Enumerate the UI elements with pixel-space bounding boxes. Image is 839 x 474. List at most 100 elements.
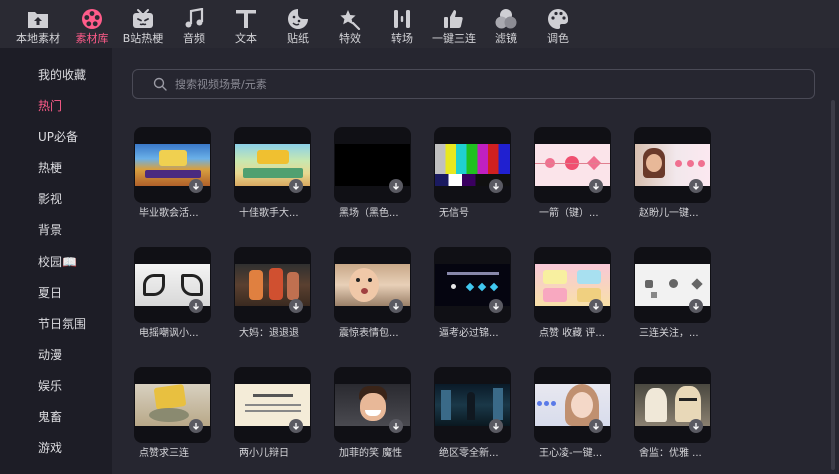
sidebar-item-film[interactable]: 影视 [38, 191, 62, 207]
material-card[interactable]: 加菲的笑 魔性 [334, 367, 414, 467]
filter-circles-icon [495, 9, 517, 29]
material-thumbnail [234, 247, 311, 323]
magic-star-icon [340, 10, 361, 30]
search-icon [153, 77, 167, 91]
material-card[interactable]: 两小儿辩日 [234, 367, 314, 467]
sidebar-item-campus[interactable]: 校园📖 [38, 254, 77, 270]
toolbar-color-grading[interactable]: 调色 [538, 0, 578, 48]
material-thumbnail [134, 367, 211, 443]
toolbar-sticker[interactable]: 贴纸 [278, 0, 318, 48]
sidebar-item-kichiku[interactable]: 鬼畜 [38, 409, 62, 425]
material-thumbnail [534, 247, 611, 323]
material-card[interactable]: 点赞 收藏 评... [534, 247, 614, 347]
toolbar-text[interactable]: 文本 [226, 0, 266, 48]
material-name: 点赞 收藏 评... [539, 328, 605, 339]
material-card[interactable]: 点赞求三连 [134, 367, 214, 467]
toolbar-audio[interactable]: 音频 [174, 0, 214, 48]
material-thumbnail [134, 247, 211, 323]
search-bar [132, 69, 815, 99]
download-icon[interactable] [389, 419, 403, 433]
music-note-icon [185, 8, 204, 28]
material-name: 震惊表情包... [339, 328, 399, 339]
sidebar-item-background[interactable]: 背景 [38, 222, 62, 238]
download-icon[interactable] [289, 179, 303, 193]
download-icon[interactable] [189, 179, 203, 193]
download-icon[interactable] [189, 299, 203, 313]
material-name: 无信号 [439, 208, 469, 219]
sidebar-item-games[interactable]: 游戏 [38, 440, 62, 456]
vertical-scrollbar[interactable] [831, 100, 835, 470]
material-card[interactable]: 大妈：退退退 [234, 247, 314, 347]
top-toolbar: 本地素材 素材库 B站热梗 音频 文本 贴纸 特效 转场 一键三连 滤镜 调色 [0, 0, 839, 48]
material-card[interactable]: 赵盼儿一键... [634, 127, 714, 227]
toolbar-transition[interactable]: 转场 [382, 0, 422, 48]
material-card[interactable]: 逼考必过锦... [434, 247, 514, 347]
material-thumbnail [334, 127, 411, 203]
toolbar-local-material[interactable]: 本地素材 [10, 0, 66, 48]
film-reel-icon [82, 9, 102, 29]
material-name: 赵盼儿一键... [639, 208, 699, 219]
material-name: 王心凌-一键... [539, 448, 603, 459]
material-card[interactable]: 毕业歌会活... [134, 127, 214, 227]
download-icon[interactable] [489, 299, 503, 313]
material-name: 黑场（黑色... [339, 208, 399, 219]
toolbar-bilibili-memes[interactable]: B站热梗 [118, 0, 168, 48]
download-icon[interactable] [389, 179, 403, 193]
material-thumbnail [434, 247, 511, 323]
download-icon[interactable] [189, 419, 203, 433]
material-thumbnail [634, 247, 711, 323]
material-card[interactable]: 一箭（键）... [534, 127, 614, 227]
material-card[interactable]: 绝区零全新... [434, 367, 514, 467]
material-thumbnail [134, 127, 211, 203]
search-input[interactable] [175, 74, 775, 94]
transition-bars-icon [394, 10, 410, 28]
material-card[interactable]: 无信号 [434, 127, 514, 227]
toolbar-one-click-triple[interactable]: 一键三连 [428, 0, 480, 48]
sidebar-item-memes[interactable]: 热梗 [38, 160, 62, 176]
text-t-icon [236, 10, 256, 28]
material-name: 两小儿辩日 [239, 448, 289, 459]
material-name: 电摇嘲讽小... [139, 328, 199, 339]
material-thumbnail [234, 127, 311, 203]
sidebar-item-summer[interactable]: 夏日 [38, 285, 62, 301]
download-icon[interactable] [289, 299, 303, 313]
material-name: 舍监：优雅 ... [639, 448, 702, 459]
sidebar-item-entertainment[interactable]: 娱乐 [38, 378, 62, 394]
thumbs-up-icon [444, 10, 463, 28]
material-thumbnail [634, 127, 711, 203]
sidebar-item-anime[interactable]: 动漫 [38, 347, 62, 363]
material-name: 绝区零全新... [439, 448, 499, 459]
sidebar-item-festival[interactable]: 节日氛围 [38, 316, 86, 332]
material-name: 逼考必过锦... [439, 328, 499, 339]
sidebar-item-favorites[interactable]: 我的收藏 [38, 67, 86, 83]
material-card[interactable]: 震惊表情包... [334, 247, 414, 347]
material-card[interactable]: 三连关注，... [634, 247, 714, 347]
download-icon[interactable] [489, 179, 503, 193]
material-card[interactable]: 王心凌-一键... [534, 367, 614, 467]
sidebar-item-hot[interactable]: 热门 [38, 98, 62, 114]
material-name: 十佳歌手大... [239, 208, 299, 219]
material-name: 一箭（键）... [539, 208, 599, 219]
material-card[interactable]: 黑场（黑色... [334, 127, 414, 227]
material-card[interactable]: 电摇嘲讽小... [134, 247, 214, 347]
toolbar-filter[interactable]: 滤镜 [486, 0, 526, 48]
material-thumbnail [334, 247, 411, 323]
material-name: 大妈：退退退 [239, 328, 299, 339]
palette-icon [548, 8, 569, 30]
download-icon[interactable] [289, 419, 303, 433]
material-card[interactable]: 十佳歌手大... [234, 127, 314, 227]
material-thumbnail [434, 127, 511, 203]
download-icon[interactable] [589, 419, 603, 433]
toolbar-effects[interactable]: 特效 [330, 0, 370, 48]
download-icon[interactable] [689, 179, 703, 193]
download-icon[interactable] [589, 179, 603, 193]
download-icon[interactable] [589, 299, 603, 313]
sidebar-item-up-essentials[interactable]: UP必备 [38, 129, 78, 145]
download-icon[interactable] [689, 419, 703, 433]
download-icon[interactable] [689, 299, 703, 313]
download-icon[interactable] [389, 299, 403, 313]
material-name: 毕业歌会活... [139, 208, 199, 219]
material-card[interactable]: 舍监：优雅 ... [634, 367, 714, 467]
toolbar-material-library[interactable]: 素材库 [70, 0, 114, 48]
download-icon[interactable] [489, 419, 503, 433]
